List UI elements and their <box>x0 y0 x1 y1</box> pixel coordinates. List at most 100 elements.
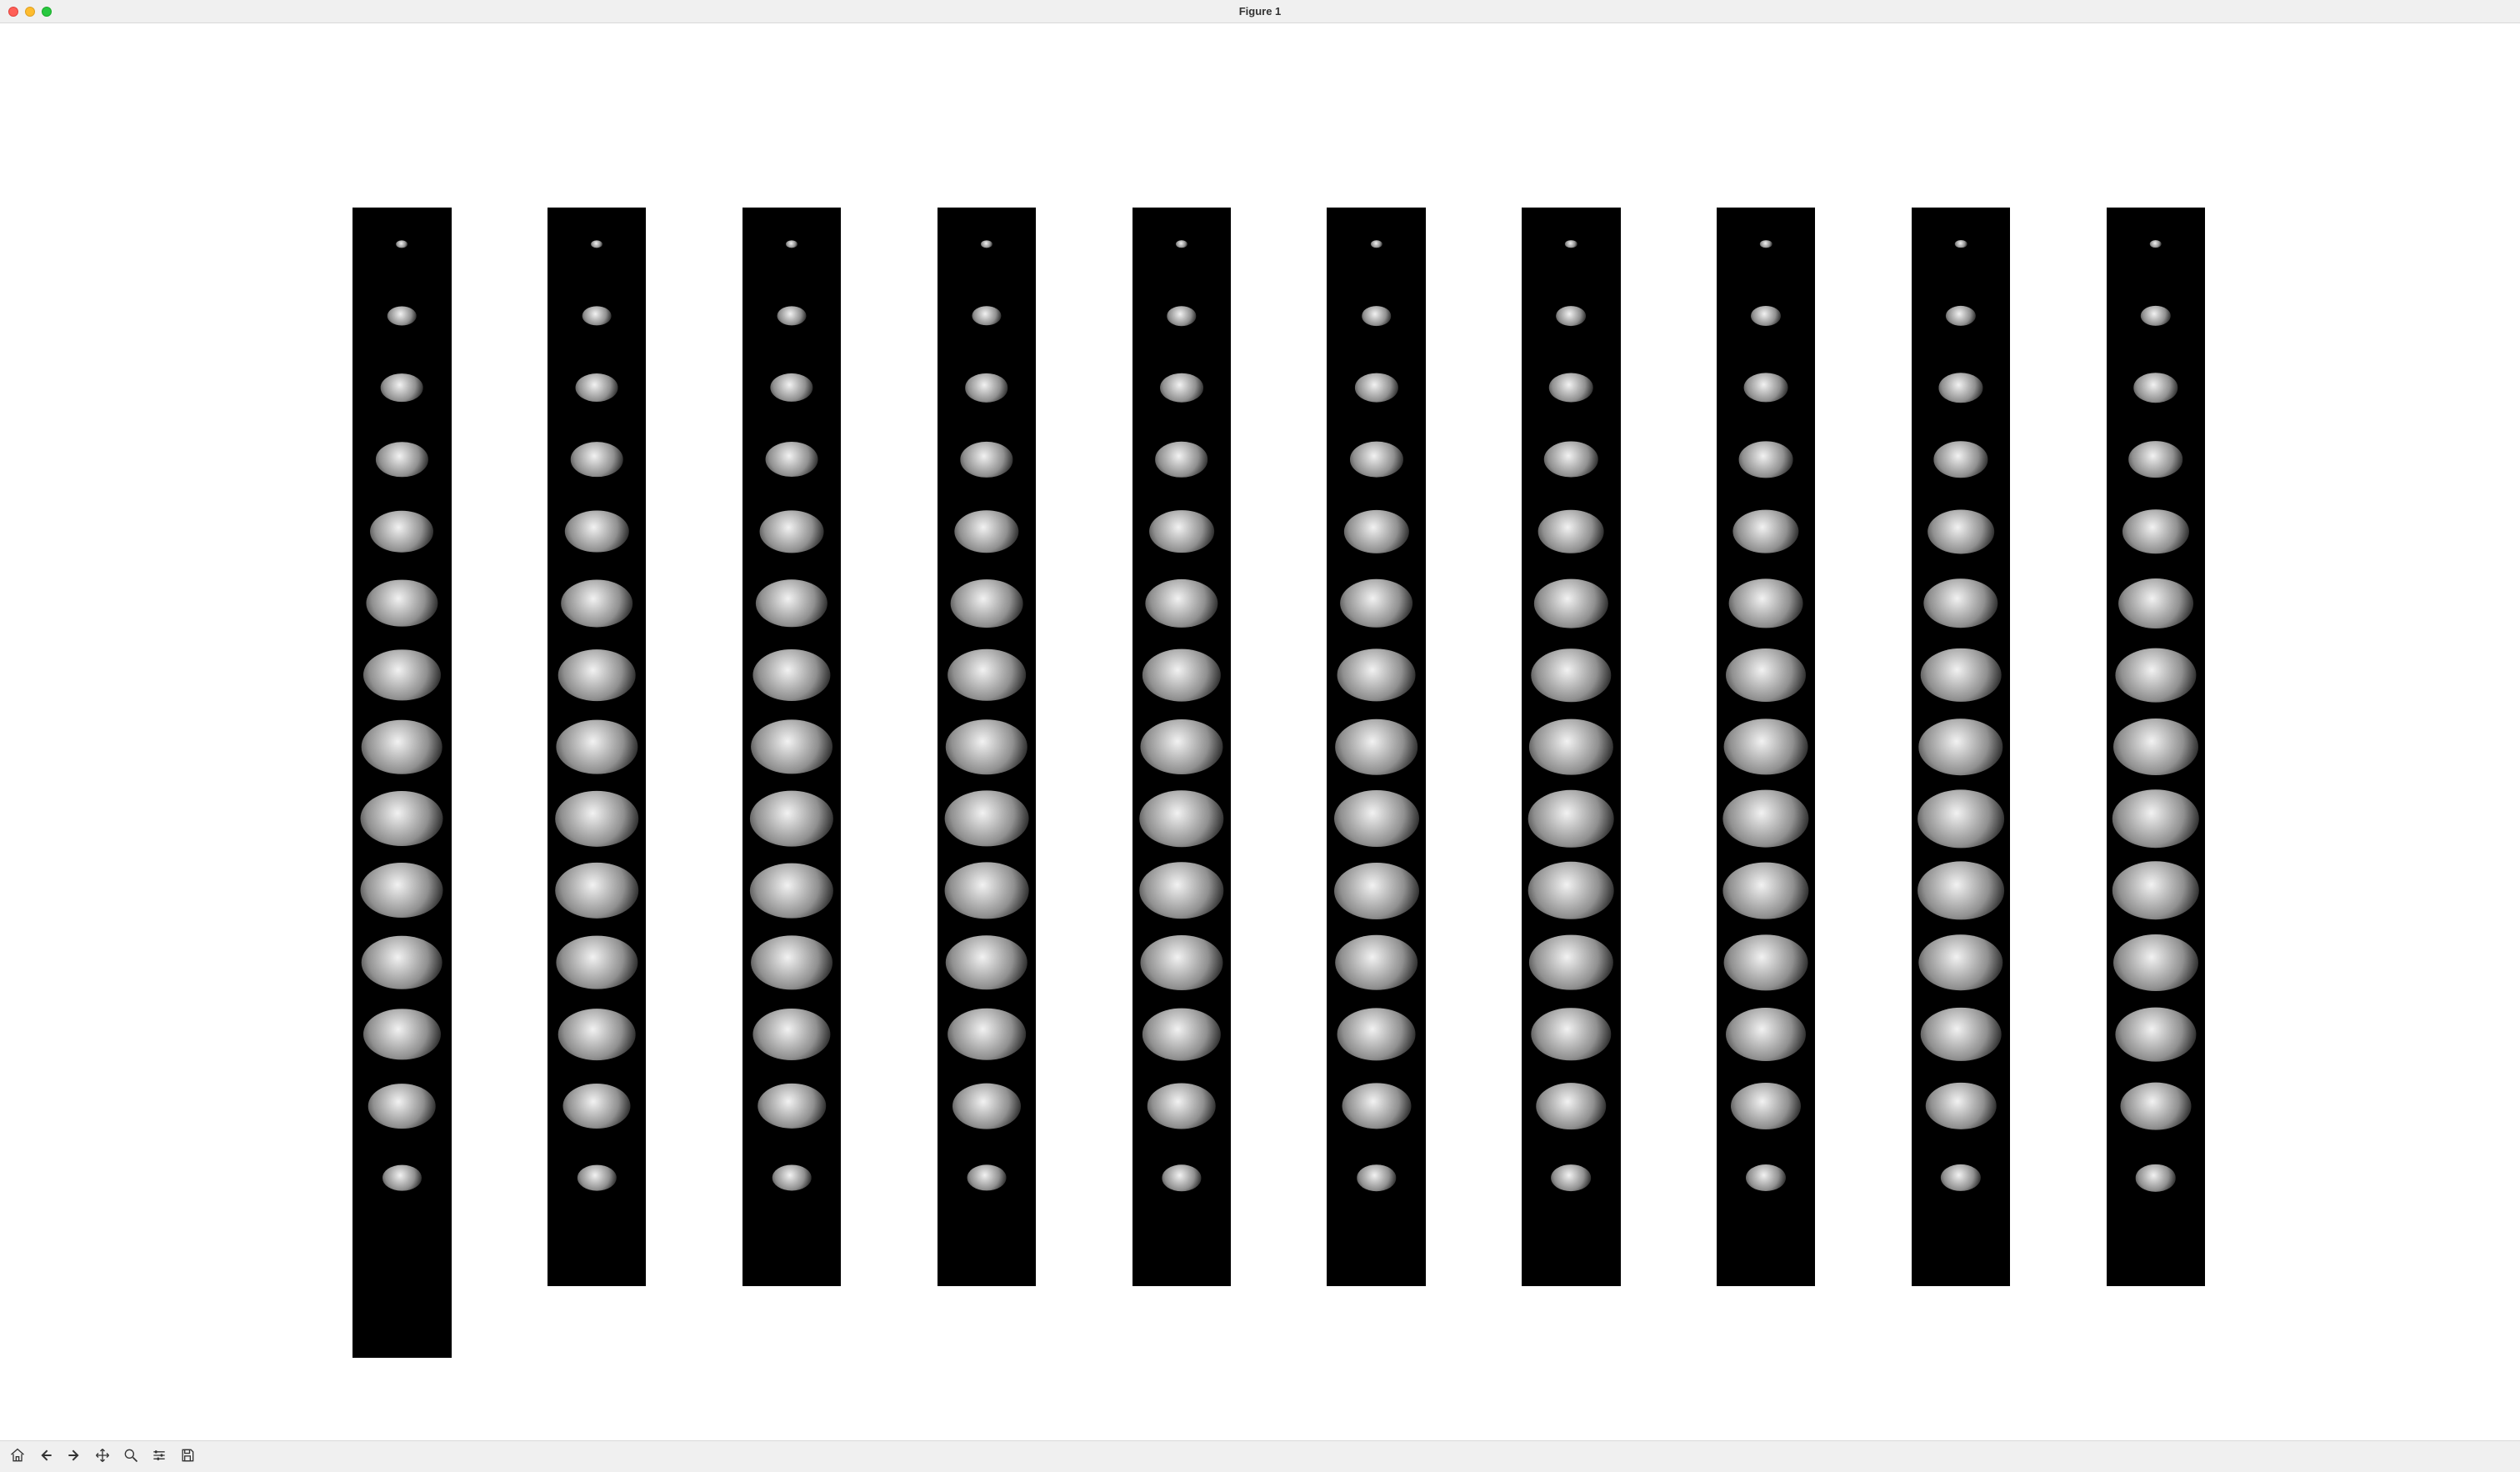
subplot-cell <box>742 567 841 640</box>
subplot-cell <box>1912 1214 2010 1287</box>
subplot-cell <box>2107 710 2205 784</box>
zoom-window-button[interactable] <box>42 7 52 17</box>
subplot-cell <box>2107 1141 2205 1214</box>
subplot-cell <box>1327 1141 1425 1214</box>
subplot-cell <box>1522 208 1620 281</box>
subplot-cell <box>1717 423 1815 497</box>
subplot-cell <box>1912 638 2010 712</box>
subplot-cell <box>1327 710 1425 784</box>
subplot-cell <box>2107 351 2205 424</box>
subplot-cell <box>1327 423 1425 497</box>
subplot-cell <box>938 351 1036 424</box>
subplot-cell <box>1717 998 1815 1071</box>
subplot-cell <box>352 854 451 928</box>
subplot-cell <box>938 710 1036 784</box>
subplot-cell <box>1327 783 1425 856</box>
subplot-cell <box>2107 208 2205 281</box>
subplot-cell <box>1522 351 1620 424</box>
sliders-icon <box>151 1447 168 1466</box>
subplot-cell <box>548 567 646 640</box>
subplot-cell <box>938 423 1036 497</box>
minimize-window-button[interactable] <box>25 7 35 17</box>
subplot-cell <box>548 710 646 784</box>
subplot-cell <box>1522 638 1620 712</box>
subplot-cell <box>1522 998 1620 1071</box>
subplot-cell <box>1132 638 1231 712</box>
subplot-cell <box>1912 351 2010 424</box>
subplot-cell <box>938 1214 1036 1287</box>
subplot-cell <box>548 1069 646 1143</box>
subplot-cell <box>548 279 646 353</box>
subplot-cell <box>938 998 1036 1071</box>
subplot-cell <box>352 351 451 424</box>
subplot-cell <box>938 208 1036 281</box>
subplot-cell <box>1912 926 2010 999</box>
subplot-cell <box>1327 926 1425 999</box>
subplot-cell <box>1522 783 1620 856</box>
subplot-cell <box>1132 1141 1231 1214</box>
subplot-cell <box>2107 926 2205 999</box>
subplot-cell <box>938 1141 1036 1214</box>
subplot-cell <box>352 1214 451 1287</box>
save-button[interactable] <box>173 1444 202 1470</box>
subplot-cell <box>2107 998 2205 1071</box>
subplot-cell <box>1717 567 1815 640</box>
subplot-cell <box>1717 783 1815 856</box>
subplot-cell <box>1717 351 1815 424</box>
subplot-cell <box>2107 495 2205 568</box>
subplot-cell <box>1912 423 2010 497</box>
subplot-cell <box>1522 1214 1620 1287</box>
subplot-cell <box>1327 279 1425 353</box>
subplot-cell <box>1522 279 1620 353</box>
configure-subplots-button[interactable] <box>145 1444 173 1470</box>
back-button[interactable] <box>32 1444 60 1470</box>
subplot-cell <box>1522 567 1620 640</box>
subplot-cell <box>548 638 646 712</box>
subplot-cell <box>1912 783 2010 856</box>
subplot-cell <box>1132 423 1231 497</box>
subplot-cell <box>1327 208 1425 281</box>
home-button[interactable] <box>3 1444 32 1470</box>
subplot-cell <box>1717 854 1815 928</box>
subplot-cell <box>1132 567 1231 640</box>
subplot-cell <box>2107 783 2205 856</box>
subplot-cell <box>2107 279 2205 353</box>
subplot-cell <box>1132 351 1231 424</box>
subplot-cell <box>352 926 451 999</box>
figure-canvas[interactable] <box>0 23 2520 1440</box>
matplotlib-toolbar <box>0 1440 2520 1472</box>
move-icon <box>94 1447 111 1466</box>
subplot-cell <box>1912 854 2010 928</box>
subplot-cell <box>352 783 451 856</box>
close-window-button[interactable] <box>8 7 18 17</box>
subplot-cell <box>1717 208 1815 281</box>
subplot-cell <box>1522 423 1620 497</box>
subplot-cell <box>742 423 841 497</box>
subplot-cell <box>742 1069 841 1143</box>
subplot-cell <box>742 710 841 784</box>
subplot-cell <box>938 638 1036 712</box>
subplot-cell <box>1912 495 2010 568</box>
subplot-cell <box>548 1141 646 1214</box>
subplot-cell <box>1132 926 1231 999</box>
subplot-cell <box>742 1214 841 1287</box>
subplot-cell <box>1132 783 1231 856</box>
subplot-cell <box>1327 351 1425 424</box>
subplot-cell <box>352 1141 451 1214</box>
subplot-cell <box>742 351 841 424</box>
subplot-cell <box>1717 279 1815 353</box>
pan-button[interactable] <box>88 1444 117 1470</box>
subplot-cell <box>2107 854 2205 928</box>
forward-button[interactable] <box>60 1444 88 1470</box>
save-icon <box>179 1447 196 1466</box>
subplot-cell <box>2107 423 2205 497</box>
subplot-cell <box>1522 710 1620 784</box>
zoom-button[interactable] <box>117 1444 145 1470</box>
home-icon <box>9 1447 26 1466</box>
subplot-cell <box>1132 208 1231 281</box>
subplot-cell <box>1912 1069 2010 1143</box>
subplot-cell <box>1717 926 1815 999</box>
subplot-cell <box>1327 638 1425 712</box>
subplot-cell <box>1912 1141 2010 1214</box>
subplot-cell <box>1912 710 2010 784</box>
